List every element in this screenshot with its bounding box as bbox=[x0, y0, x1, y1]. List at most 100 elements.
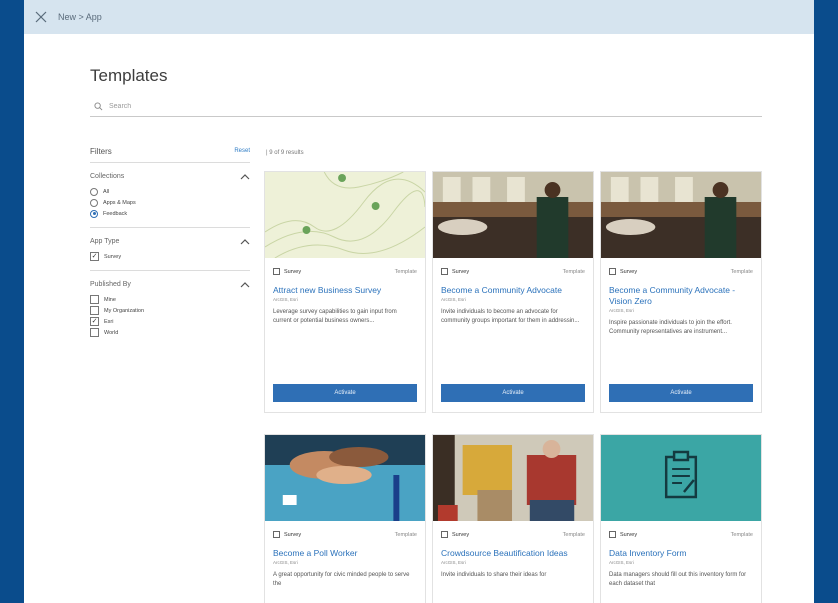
card-meta: Survey Template bbox=[433, 531, 593, 538]
app-type-option-survey[interactable]: ✓ Survey bbox=[90, 251, 250, 262]
template-badge: Template bbox=[394, 531, 417, 538]
photo-thumbnail bbox=[433, 172, 593, 258]
option-label: Feedback bbox=[103, 210, 128, 217]
published-by-header[interactable]: Published By bbox=[90, 281, 250, 288]
template-card[interactable]: Survey Template Become a Community Advoc… bbox=[432, 171, 594, 413]
card-title[interactable]: Become a Community Advocate - Vision Zer… bbox=[601, 285, 761, 307]
template-card[interactable]: Survey Template Data Inventory Form ArcG… bbox=[600, 434, 762, 603]
survey-icon bbox=[273, 531, 280, 538]
card-description: Leverage survey capabilities to gain inp… bbox=[273, 309, 397, 324]
app-type-title: App Type bbox=[90, 238, 120, 245]
card-owner: ArcGIS, Esri bbox=[273, 560, 298, 565]
published-by-title: Published By bbox=[90, 281, 131, 288]
radio-button[interactable] bbox=[90, 187, 98, 196]
card-title[interactable]: Crowdsource Beautification Ideas bbox=[433, 548, 593, 559]
card-title[interactable]: Become a Poll Worker bbox=[265, 548, 425, 559]
results-count: | 9 of 9 results bbox=[266, 150, 304, 156]
card-owner: ArcGIS, Esri bbox=[609, 560, 634, 565]
clipboard-thumbnail bbox=[601, 435, 761, 521]
photo-thumbnail bbox=[601, 172, 761, 258]
top-bar: New > App bbox=[24, 0, 814, 34]
option-label: Mine bbox=[104, 296, 116, 303]
checkbox-checked[interactable]: ✓ bbox=[90, 317, 99, 326]
option-label: My Organization bbox=[104, 307, 145, 314]
card-owner: ArcGIS, Esri bbox=[273, 297, 298, 302]
card-type: Survey bbox=[273, 268, 301, 275]
close-icon[interactable] bbox=[34, 10, 48, 24]
collection-option-feedback[interactable]: Feedback bbox=[90, 208, 250, 219]
radio-button[interactable] bbox=[90, 198, 98, 207]
template-badge: Template bbox=[730, 531, 753, 538]
published-option-mine[interactable]: Mine bbox=[90, 294, 250, 305]
card-meta: Survey Template bbox=[601, 531, 761, 538]
search-bar bbox=[90, 96, 762, 117]
activate-button[interactable]: Activate bbox=[273, 384, 417, 402]
chevron-up-icon[interactable] bbox=[240, 281, 250, 288]
collections-title: Collections bbox=[90, 173, 125, 180]
card-type-label: Survey bbox=[620, 531, 638, 538]
card-owner: ArcGIS, Esri bbox=[441, 560, 466, 565]
radio-button-selected[interactable] bbox=[90, 209, 98, 218]
checkbox[interactable] bbox=[90, 295, 99, 304]
card-type: Survey bbox=[441, 268, 469, 275]
template-card[interactable]: Survey Template Become a Community Advoc… bbox=[600, 171, 762, 413]
survey-icon bbox=[609, 531, 616, 538]
survey-icon bbox=[273, 268, 280, 275]
checkbox[interactable] bbox=[90, 306, 99, 315]
map-thumbnail bbox=[265, 172, 425, 258]
template-badge: Template bbox=[730, 268, 753, 275]
card-title[interactable]: Data Inventory Form bbox=[601, 548, 761, 559]
card-meta: Survey Template bbox=[265, 531, 425, 538]
card-title[interactable]: Attract new Business Survey bbox=[265, 285, 425, 296]
filters-header: Filters Reset bbox=[90, 140, 250, 162]
collections-section: Collections All Apps & Maps Feedback bbox=[90, 162, 250, 227]
card-owner: ArcGIS, Esri bbox=[609, 308, 634, 313]
page-title: Templates bbox=[90, 66, 168, 85]
card-type-label: Survey bbox=[452, 531, 470, 538]
survey-icon bbox=[609, 268, 616, 275]
template-badge: Template bbox=[562, 531, 585, 538]
template-card[interactable]: Survey Template Become a Poll Worker Arc… bbox=[264, 434, 426, 603]
template-badge: Template bbox=[394, 268, 417, 275]
card-type-label: Survey bbox=[284, 531, 302, 538]
activate-button[interactable]: Activate bbox=[609, 384, 753, 402]
published-option-world[interactable]: World bbox=[90, 327, 250, 338]
published-option-my-organization[interactable]: My Organization bbox=[90, 305, 250, 316]
option-label: Apps & Maps bbox=[103, 199, 136, 206]
chevron-up-icon[interactable] bbox=[240, 238, 250, 245]
published-option-esri[interactable]: ✓ Esri bbox=[90, 316, 250, 327]
collections-header[interactable]: Collections bbox=[90, 173, 250, 180]
app-type-header[interactable]: App Type bbox=[90, 238, 250, 245]
collection-option-all[interactable]: All bbox=[90, 186, 250, 197]
reset-button[interactable]: Reset bbox=[234, 148, 250, 154]
card-type-label: Survey bbox=[452, 268, 470, 275]
collection-option-apps-maps[interactable]: Apps & Maps bbox=[90, 197, 250, 208]
card-description: Inspire passionate individuals to join t… bbox=[609, 320, 732, 335]
card-type: Survey bbox=[441, 531, 469, 538]
checkbox[interactable] bbox=[90, 328, 99, 337]
search-input[interactable] bbox=[107, 101, 711, 111]
breadcrumb: New > App bbox=[58, 12, 102, 22]
template-card[interactable]: Survey Template Attract new Business Sur… bbox=[264, 171, 426, 413]
activate-button[interactable]: Activate bbox=[441, 384, 585, 402]
filters-label: Filters bbox=[90, 146, 112, 156]
card-title[interactable]: Become a Community Advocate bbox=[433, 285, 593, 296]
filters-panel: Filters Reset Collections All Apps & Map… bbox=[90, 140, 250, 346]
card-meta: Survey Template bbox=[601, 268, 761, 275]
option-label: All bbox=[103, 188, 110, 195]
card-description: A great opportunity for civic minded peo… bbox=[273, 572, 410, 587]
card-owner: ArcGIS, Esri bbox=[441, 297, 466, 302]
card-type: Survey bbox=[609, 531, 637, 538]
survey-icon bbox=[441, 531, 448, 538]
template-card[interactable]: Survey Template Crowdsource Beautificati… bbox=[432, 434, 594, 603]
option-label: World bbox=[104, 329, 119, 336]
chevron-up-icon[interactable] bbox=[240, 173, 250, 180]
card-type: Survey bbox=[609, 268, 637, 275]
option-label: Esri bbox=[104, 318, 114, 325]
app-window: New > App Templates Filters Reset Collec… bbox=[24, 0, 814, 603]
photo-thumbnail bbox=[433, 435, 593, 521]
card-description: Invite individuals to become an advocate… bbox=[441, 309, 580, 324]
card-type-label: Survey bbox=[284, 268, 302, 275]
app-type-section: App Type ✓ Survey bbox=[90, 227, 250, 270]
checkbox-checked[interactable]: ✓ bbox=[90, 252, 99, 261]
